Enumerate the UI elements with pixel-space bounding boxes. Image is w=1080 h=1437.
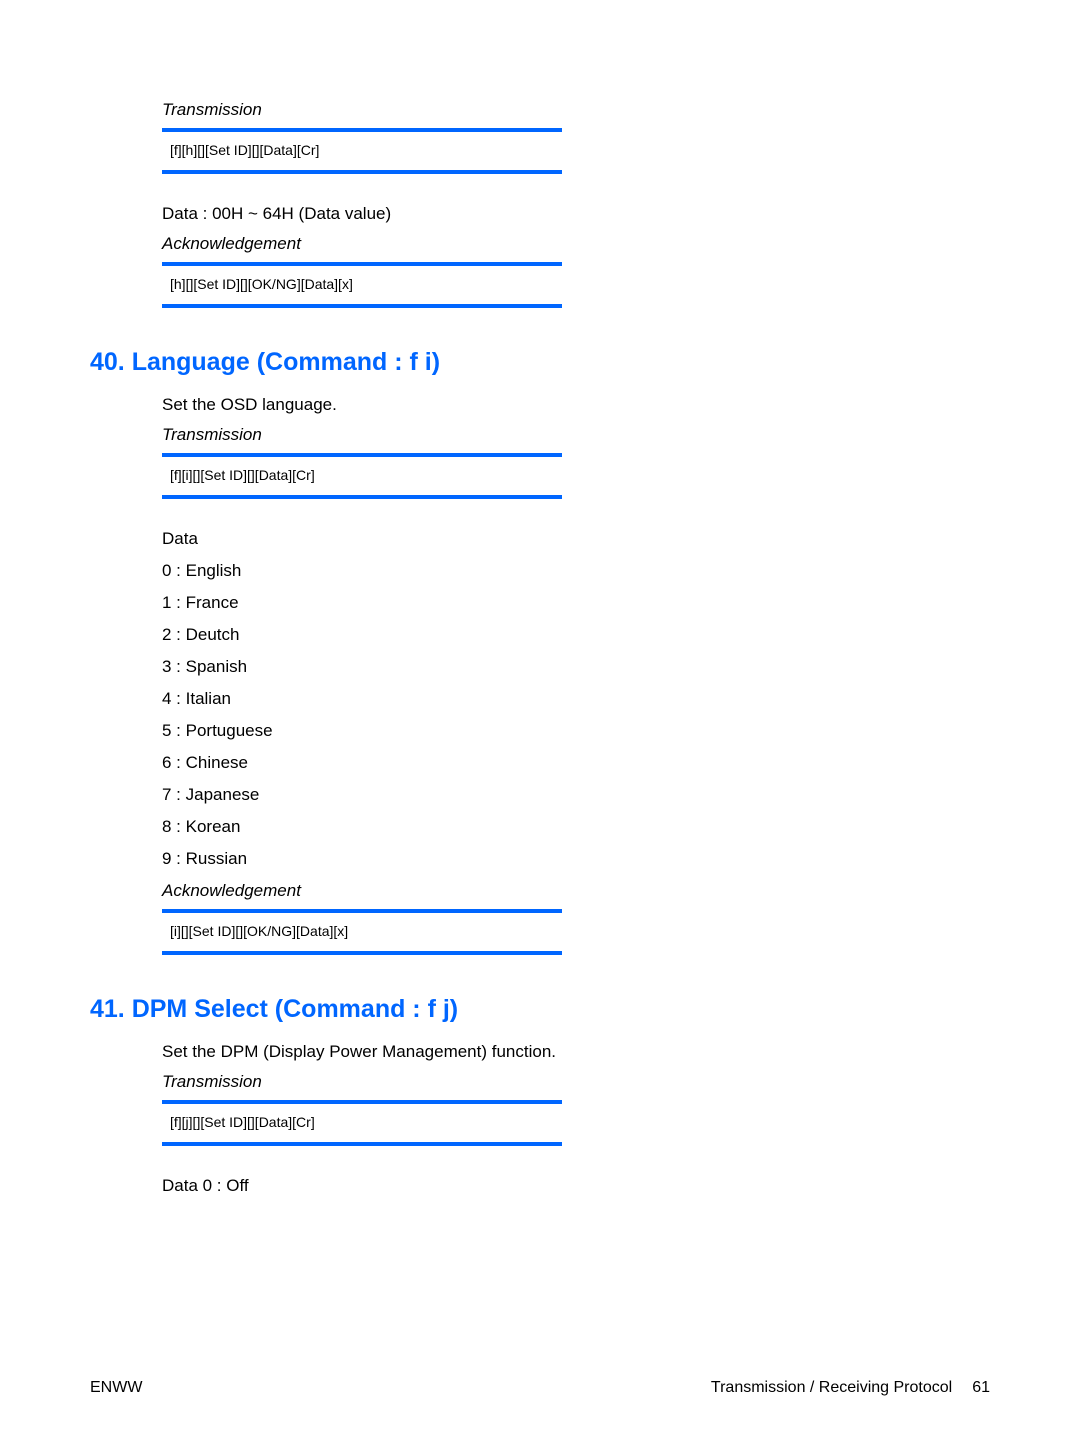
acknowledgement-code: [i][][Set ID][][OK/NG][Data][x] bbox=[170, 923, 348, 939]
data-value-3: 3 : Spanish bbox=[162, 657, 990, 677]
section-language: Set the OSD language. Transmission [f][i… bbox=[162, 395, 990, 955]
data-value-5: 5 : Portuguese bbox=[162, 721, 990, 741]
transmission-code: [f][j][][Set ID][][Data][Cr] bbox=[170, 1114, 315, 1130]
acknowledgement-code-box: [i][][Set ID][][OK/NG][Data][x] bbox=[162, 909, 562, 955]
data-value-6: 6 : Chinese bbox=[162, 753, 990, 773]
transmission-code: [f][i][][Set ID][][Data][Cr] bbox=[170, 467, 315, 483]
data-values-list: Data 0 : English 1 : France 2 : Deutch 3… bbox=[162, 529, 990, 869]
transmission-label: Transmission bbox=[162, 425, 990, 445]
section-heading-dpm: 41. DPM Select (Command : f j) bbox=[90, 995, 990, 1024]
data-value-0: 0 : English bbox=[162, 561, 990, 581]
acknowledgement-code-box: [h][][Set ID][][OK/NG][Data][x] bbox=[162, 262, 562, 308]
data-value-2: 2 : Deutch bbox=[162, 625, 990, 645]
data-value-4: 4 : Italian bbox=[162, 689, 990, 709]
acknowledgement-code: [h][][Set ID][][OK/NG][Data][x] bbox=[170, 276, 353, 292]
transmission-code: [f][h][][Set ID][][Data][Cr] bbox=[170, 142, 319, 158]
language-description: Set the OSD language. bbox=[162, 395, 990, 415]
transmission-code-box: [f][j][][Set ID][][Data][Cr] bbox=[162, 1100, 562, 1146]
data-label: Data bbox=[162, 529, 990, 549]
acknowledgement-label: Acknowledgement bbox=[162, 234, 990, 254]
transmission-code-box: [f][i][][Set ID][][Data][Cr] bbox=[162, 453, 562, 499]
page-footer: ENWW Transmission / Receiving Protocol 6… bbox=[90, 1379, 990, 1397]
footer-section-title: Transmission / Receiving Protocol bbox=[711, 1379, 952, 1397]
transmission-code-box: [f][h][][Set ID][][Data][Cr] bbox=[162, 128, 562, 174]
dpm-data-value: Data 0 : Off bbox=[162, 1176, 990, 1196]
data-value-7: 7 : Japanese bbox=[162, 785, 990, 805]
footer-left: ENWW bbox=[90, 1379, 142, 1397]
acknowledgement-label: Acknowledgement bbox=[162, 881, 990, 901]
data-range: Data : 00H ~ 64H (Data value) bbox=[162, 204, 990, 224]
data-value-9: 9 : Russian bbox=[162, 849, 990, 869]
dpm-description: Set the DPM (Display Power Management) f… bbox=[162, 1042, 990, 1062]
section-transmission-first: Transmission [f][h][][Set ID][][Data][Cr… bbox=[162, 100, 990, 308]
transmission-label: Transmission bbox=[162, 1072, 990, 1092]
section-dpm: Set the DPM (Display Power Management) f… bbox=[162, 1042, 990, 1196]
page-content: Transmission [f][h][][Set ID][][Data][Cr… bbox=[162, 100, 990, 308]
transmission-label: Transmission bbox=[162, 100, 990, 120]
page-number: 61 bbox=[972, 1379, 990, 1397]
data-value-8: 8 : Korean bbox=[162, 817, 990, 837]
footer-right: Transmission / Receiving Protocol 61 bbox=[711, 1379, 990, 1397]
section-heading-language: 40. Language (Command : f i) bbox=[90, 348, 990, 377]
data-value-1: 1 : France bbox=[162, 593, 990, 613]
